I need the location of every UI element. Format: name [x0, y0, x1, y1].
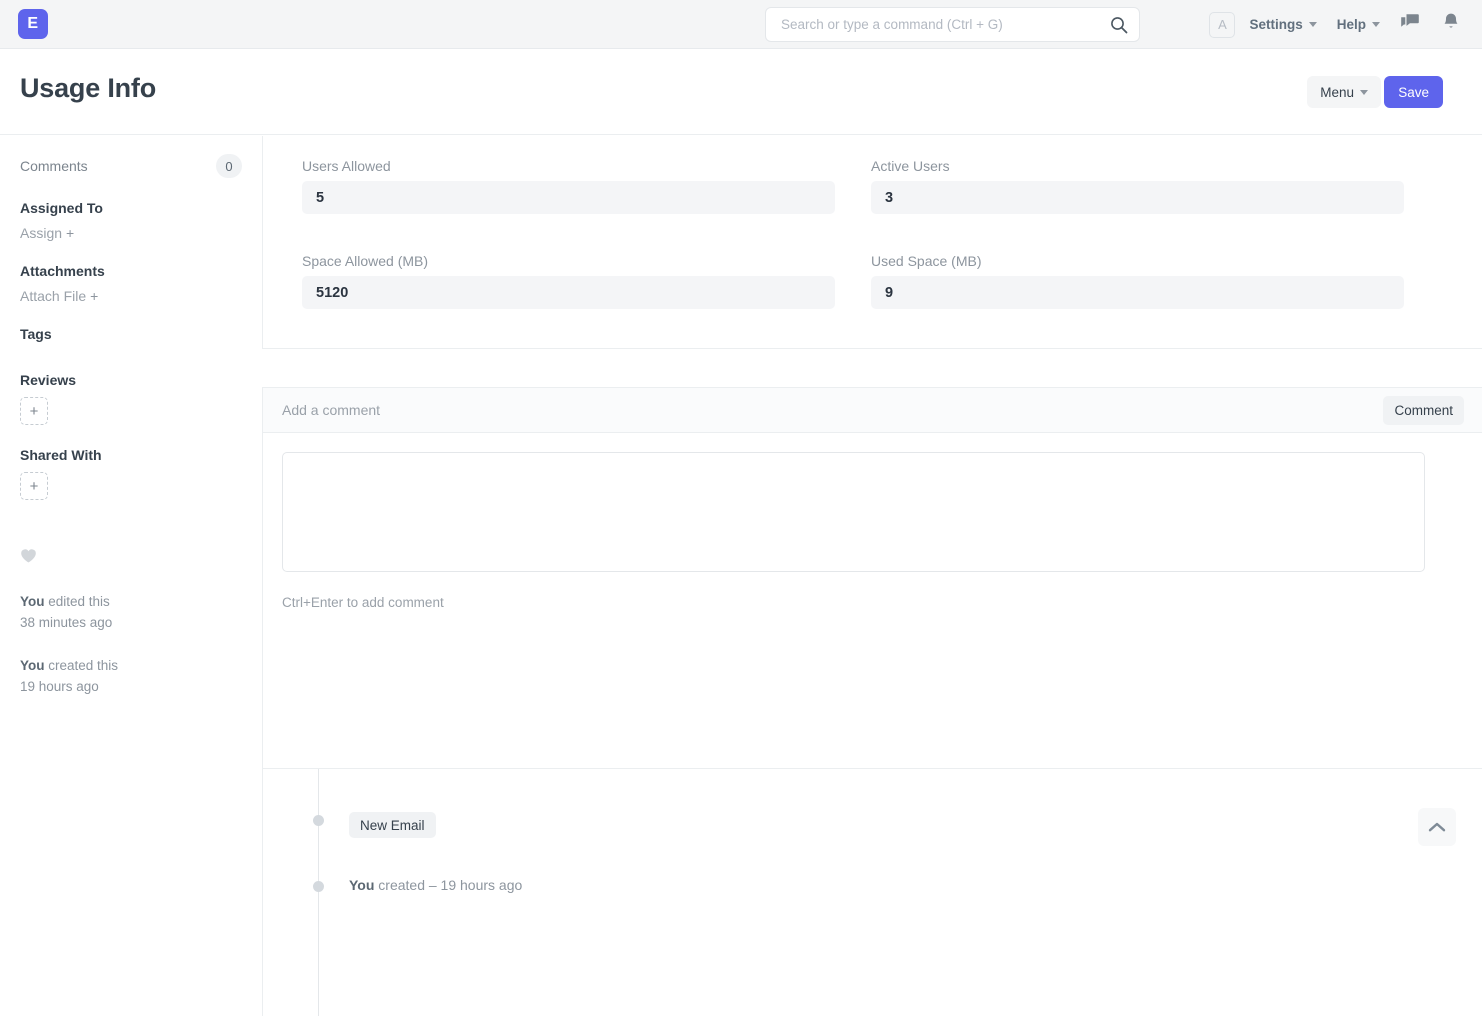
comments-count-badge: 0: [216, 154, 242, 178]
search-box[interactable]: [765, 7, 1140, 42]
avatar[interactable]: A: [1209, 12, 1235, 38]
field-label: Users Allowed: [302, 158, 835, 174]
created-text: created this: [45, 658, 119, 673]
field-users-allowed: Users Allowed 5: [302, 158, 835, 235]
app-logo[interactable]: E: [18, 9, 48, 39]
comments-label: Comments: [20, 158, 88, 174]
tags-heading: Tags: [20, 326, 242, 342]
add-review-button[interactable]: +: [20, 397, 48, 425]
comment-header-title: Add a comment: [282, 402, 380, 418]
edited-actor: You: [20, 594, 45, 609]
reviews-heading: Reviews: [20, 372, 242, 388]
avatar-letter: A: [1218, 17, 1227, 32]
sidebar: Comments 0 Assigned To Assign+ Attachmen…: [0, 136, 262, 880]
field-label: Active Users: [871, 158, 1404, 174]
search-icon[interactable]: [1109, 15, 1129, 35]
main-content: Users Allowed 5 Active Users 3 Space All…: [262, 136, 1482, 880]
field-value-space-allowed[interactable]: 5120: [302, 276, 835, 309]
assign-label: Assign: [20, 225, 62, 241]
shared-with-heading: Shared With: [20, 447, 242, 463]
comment-button-label: Comment: [1394, 403, 1453, 418]
created-actor: You: [20, 658, 45, 673]
assign-button[interactable]: Assign+: [20, 225, 242, 241]
save-button[interactable]: Save: [1384, 76, 1443, 108]
timeline-badge-new-email[interactable]: New Email: [349, 812, 436, 838]
plus-icon: +: [30, 479, 39, 494]
field-space-allowed: Space Allowed (MB) 5120: [302, 253, 835, 330]
timeline-line: [318, 769, 319, 1016]
menu-button[interactable]: Menu: [1307, 76, 1381, 108]
attach-file-label: Attach File: [20, 288, 86, 304]
page-title: Usage Info: [20, 73, 156, 104]
usage-form-card: Users Allowed 5 Active Users 3 Space All…: [262, 136, 1482, 349]
help-menu[interactable]: Help: [1337, 17, 1380, 32]
settings-label: Settings: [1249, 17, 1302, 32]
field-label: Used Space (MB): [871, 253, 1404, 269]
field-value-used-space[interactable]: 9: [871, 276, 1404, 309]
heart-icon[interactable]: [20, 548, 242, 569]
comment-card-header: Add a comment Comment: [263, 388, 1482, 433]
timeline-actor: You: [349, 877, 374, 893]
chevron-up-icon: [1428, 821, 1446, 833]
created-time: 19 hours ago: [20, 679, 99, 694]
field-label: Space Allowed (MB): [302, 253, 835, 269]
comment-card-body: Ctrl+Enter to add comment: [263, 433, 1482, 610]
scroll-to-top-button[interactable]: [1418, 808, 1456, 846]
app-logo-letter: E: [27, 15, 38, 33]
save-button-label: Save: [1398, 85, 1429, 100]
add-shared-with-button[interactable]: +: [20, 472, 48, 500]
attachments-heading: Attachments: [20, 263, 242, 279]
edited-text: edited this: [45, 594, 110, 609]
timeline-dot: [313, 815, 324, 826]
comment-input[interactable]: [282, 452, 1425, 572]
plus-icon: +: [30, 404, 39, 419]
field-active-users: Active Users 3: [871, 158, 1404, 235]
menu-button-label: Menu: [1320, 85, 1354, 100]
navbar: E A Settings Help: [0, 0, 1482, 49]
timeline-dot: [313, 881, 324, 892]
comment-card: Add a comment Comment Ctrl+Enter to add …: [262, 387, 1482, 769]
search-input[interactable]: [779, 9, 1099, 41]
plus-icon: +: [90, 288, 98, 304]
navbar-right: A Settings Help: [1209, 0, 1482, 49]
settings-menu[interactable]: Settings: [1249, 17, 1316, 32]
attach-file-button[interactable]: Attach File+: [20, 288, 242, 304]
chevron-down-icon: [1360, 90, 1368, 95]
activity-timeline: New Email You created – 19 hours ago: [262, 769, 1482, 1016]
activity-edited: You edited this 38 minutes ago: [20, 591, 242, 633]
field-value-active-users[interactable]: 3: [871, 181, 1404, 214]
plus-icon: +: [66, 225, 74, 241]
timeline-entry-created: You created – 19 hours ago: [349, 877, 522, 893]
chevron-down-icon: [1309, 22, 1317, 27]
comment-submit-button[interactable]: Comment: [1383, 396, 1464, 425]
bell-icon[interactable]: [1442, 12, 1460, 37]
field-value-users-allowed[interactable]: 5: [302, 181, 835, 214]
chevron-down-icon: [1372, 22, 1380, 27]
page-header: Usage Info Menu Save: [0, 49, 1482, 135]
comment-hint: Ctrl+Enter to add comment: [282, 595, 1463, 610]
timeline-entry-label: created – 19 hours ago: [374, 877, 522, 893]
field-used-space: Used Space (MB) 9: [871, 253, 1404, 330]
chat-icon[interactable]: [1400, 13, 1420, 36]
sidebar-item-comments[interactable]: Comments 0: [20, 154, 242, 178]
assigned-to-heading: Assigned To: [20, 200, 242, 216]
edited-time: 38 minutes ago: [20, 615, 112, 630]
activity-created: You created this 19 hours ago: [20, 655, 242, 697]
help-label: Help: [1337, 17, 1366, 32]
